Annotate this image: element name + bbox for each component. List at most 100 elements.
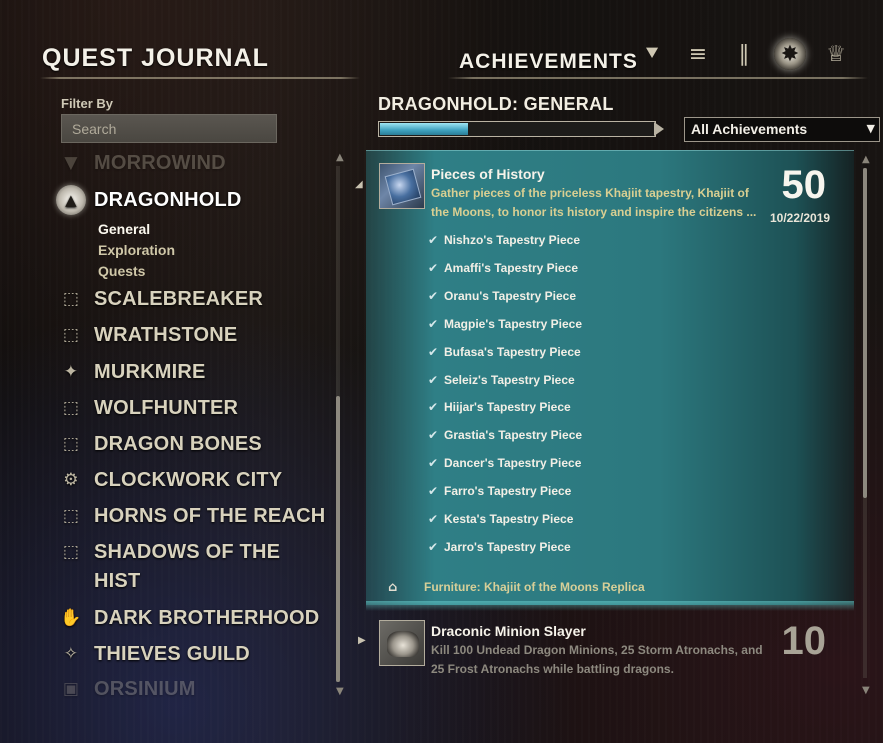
category-label: WOLFHUNTER — [94, 397, 239, 419]
criteria-label: Magpie's Tapestry Piece — [444, 317, 583, 331]
category-dark-brotherhood[interactable]: ✋ DARK BROTHERHOOD — [60, 607, 320, 630]
header-divider-right — [448, 77, 868, 79]
criteria-item: ✔ Magpie's Tapestry Piece — [428, 317, 582, 331]
thieves-guild-icon: ✧ — [63, 644, 79, 664]
category-clockwork-city[interactable]: ⚙ CLOCKWORK CITY — [63, 469, 282, 492]
category-dragonhold[interactable]: ▲ DRAGONHOLD — [56, 185, 242, 215]
criteria-item: ✔ Oranu's Tapestry Piece — [428, 289, 576, 303]
tapestry-achievement-icon — [379, 163, 425, 209]
criteria-item: ✔ Farro's Tapestry Piece — [428, 484, 571, 498]
category-shadows-of-the-hist-line2[interactable]: HIST — [94, 570, 140, 593]
dark-brotherhood-icon: ✋ — [60, 608, 82, 628]
criteria-item: ✔ Jarro's Tapestry Piece — [428, 540, 571, 554]
dlc-icon: ⬚ — [62, 434, 80, 454]
checkmark-icon: ✔ — [428, 484, 439, 498]
category-label: DARK BROTHERHOOD — [94, 607, 320, 629]
chevron-down-icon: ▼ — [866, 122, 875, 135]
checkmark-icon: ✔ — [428, 289, 439, 303]
category-label: SCALEBREAKER — [94, 288, 264, 310]
category-shadows-of-the-hist[interactable]: ⬚ SHADOWS OF THE — [63, 541, 280, 564]
dlc-icon: ⬚ — [62, 289, 80, 309]
category-wolfhunter[interactable]: ⬚ WOLFHUNTER — [63, 397, 239, 420]
criteria-label: Hiijar's Tapestry Piece — [444, 400, 571, 414]
criteria-label: Jarro's Tapestry Piece — [444, 540, 571, 554]
clockwork-icon: ⚙ — [63, 470, 79, 490]
criteria-item: ✔ Dancer's Tapestry Piece — [428, 456, 581, 470]
category-label: DRAGON BONES — [94, 433, 262, 455]
achievement-scrollbar-thumb[interactable] — [863, 168, 867, 498]
checkmark-icon: ✔ — [428, 428, 439, 442]
scroll-icon[interactable]: ≡ — [682, 38, 714, 70]
achievement-points: 50 — [781, 163, 827, 207]
subcategory-exploration[interactable]: Exploration — [98, 242, 175, 258]
books-icon[interactable]: ∥ — [728, 38, 760, 70]
dragonhold-icon: ▲ — [56, 185, 86, 215]
reward-label: Furniture: Khajiit of the Moons Replica — [424, 580, 645, 594]
category-scalebreaker[interactable]: ⬚ SCALEBREAKER — [63, 288, 264, 311]
category-orsinium[interactable]: ▣ ORSINIUM — [63, 678, 196, 701]
category-label: THIEVES GUILD — [94, 643, 250, 665]
criteria-label: Farro's Tapestry Piece — [444, 484, 572, 498]
category-heading: DRAGONHOLD: GENERAL — [378, 94, 614, 114]
criteria-item: ✔ Grastia's Tapestry Piece — [428, 428, 582, 442]
trophy-icon[interactable]: ♕ — [820, 38, 852, 70]
checkmark-icon: ✔ — [428, 261, 439, 275]
furniture-icon: ⌂ — [388, 580, 398, 595]
list-scroll-down-icon[interactable]: ▼ — [862, 685, 870, 696]
category-label: HORNS OF THE REACH — [94, 505, 326, 527]
criteria-item: ✔ Hiijar's Tapestry Piece — [428, 400, 571, 414]
dlc-icon: ⬚ — [62, 325, 80, 345]
category-morrowind[interactable]: ▼ MORROWIND — [64, 152, 226, 175]
expand-arrow-icon[interactable]: ▶ — [358, 635, 366, 646]
criteria-label: Dancer's Tapestry Piece — [444, 456, 582, 470]
achievement-description-line1: Kill 100 Undead Dragon Minions, 25 Storm… — [431, 643, 763, 657]
checkmark-icon: ✔ — [428, 233, 439, 247]
category-label: MURKMIRE — [94, 361, 206, 383]
category-scroll-down-icon[interactable]: ▼ — [336, 686, 344, 697]
quest-journal-title: QUEST JOURNAL — [42, 44, 269, 72]
criteria-label: Grastia's Tapestry Piece — [444, 428, 583, 442]
checkmark-icon: ✔ — [428, 400, 439, 414]
subcategory-quests[interactable]: Quests — [98, 263, 145, 279]
criteria-label: Bufasa's Tapestry Piece — [444, 345, 581, 359]
criteria-item: ✔ Seleiz's Tapestry Piece — [428, 373, 575, 387]
murkmire-icon: ✦ — [63, 362, 79, 382]
achievement-name: Pieces of History — [431, 166, 545, 182]
category-label: DRAGONHOLD — [94, 189, 242, 211]
collapse-arrow-icon[interactable]: ◢ — [355, 179, 363, 190]
search-input[interactable] — [61, 114, 277, 143]
morrowind-icon: ▼ — [64, 153, 78, 173]
checkmark-icon: ✔ — [428, 373, 439, 387]
achievements-emblem-icon[interactable]: ✸ — [774, 38, 806, 70]
checkmark-icon: ✔ — [428, 317, 439, 331]
criteria-item: ✔ Nishzo's Tapestry Piece — [428, 233, 580, 247]
list-scroll-up-icon[interactable]: ▲ — [862, 154, 870, 165]
dropdown-value: All Achievements — [691, 121, 808, 137]
dlc-icon: ⬚ — [62, 398, 80, 418]
criteria-label: Seleiz's Tapestry Piece — [444, 373, 575, 387]
achievement-reward: ⌂ Furniture: Khajiit of the Moons Replica — [388, 580, 645, 595]
progress-bar-fill — [380, 123, 468, 135]
progress-bar-tip — [654, 122, 664, 136]
criteria-item: ✔ Kesta's Tapestry Piece — [428, 512, 573, 526]
checkmark-icon: ✔ — [428, 512, 439, 526]
category-murkmire[interactable]: ✦ MURKMIRE — [64, 361, 206, 384]
category-wrathstone[interactable]: ⬚ WRATHSTONE — [63, 324, 237, 347]
criteria-item: ✔ Amaffi's Tapestry Piece — [428, 261, 578, 275]
achievement-description-line1: Gather pieces of the priceless Khajiit t… — [431, 186, 749, 200]
category-scrollbar-thumb[interactable] — [336, 396, 340, 682]
criteria-label: Amaffi's Tapestry Piece — [444, 261, 579, 275]
category-progress-bar — [378, 121, 666, 137]
category-dragon-bones[interactable]: ⬚ DRAGON BONES — [63, 433, 262, 456]
orsinium-icon: ▣ — [62, 679, 80, 699]
minion-slayer-achievement-icon — [379, 620, 425, 666]
quest-journal-icon[interactable]: ⯆ — [636, 38, 668, 70]
category-horns-of-the-reach[interactable]: ⬚ HORNS OF THE REACH — [63, 505, 326, 528]
achievement-filter-dropdown[interactable]: All Achievements ▼ — [684, 117, 880, 142]
criteria-label: Oranu's Tapestry Piece — [444, 289, 577, 303]
subcategory-general[interactable]: General — [98, 221, 150, 237]
category-thieves-guild[interactable]: ✧ THIEVES GUILD — [64, 643, 250, 666]
criteria-label: Nishzo's Tapestry Piece — [444, 233, 581, 247]
category-scroll-up-icon[interactable]: ▲ — [336, 152, 344, 163]
achievement-name[interactable]: Draconic Minion Slayer — [431, 623, 586, 639]
